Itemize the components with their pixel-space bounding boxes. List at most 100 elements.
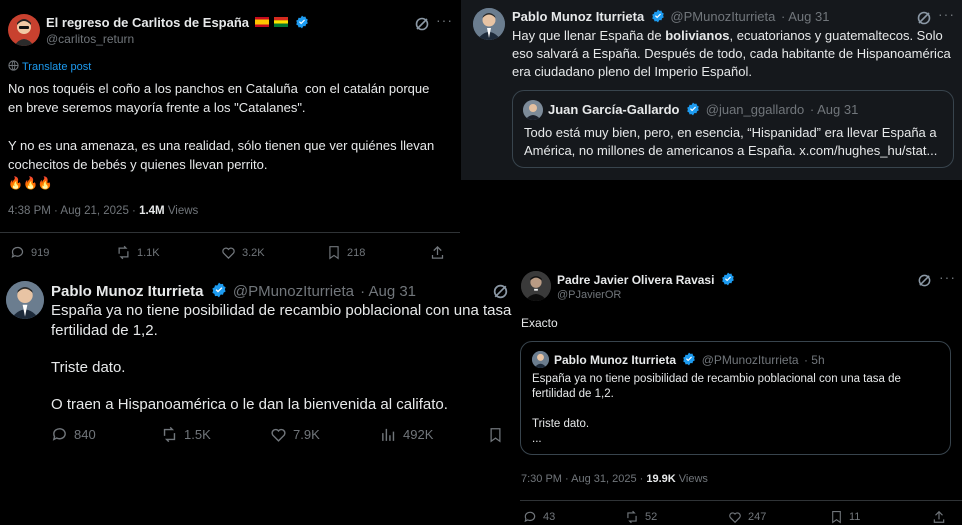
verified-badge-icon [652,9,664,23]
timestamp-line: 4:38 PM · Aug 21, 2025 · 1.4M Views [8,205,199,217]
bookmark-button[interactable]: 218 [327,245,365,260]
author-name[interactable]: Pablo Munoz Iturrieta @PMunozIturrieta ·… [51,282,416,300]
author-handle[interactable]: @carlitos_return [46,32,134,46]
tweet-line: fertilidad de 1,2. [51,322,158,339]
repost-button[interactable]: 52 [625,510,657,524]
avatar[interactable] [473,8,505,40]
bookmark-button[interactable]: 11 [830,510,860,524]
tweet-padre-javier: Padre Javier Olivera Ravasi @PJavierOR ·… [515,262,962,525]
tweet-line: España ya no tiene posibilidad de recamb… [51,302,515,319]
verified-badge-icon [722,272,734,286]
tweet-line: era ciudadano pleno del Imperio Español. [512,64,752,79]
bookmark-icon [832,511,841,524]
avatar[interactable] [6,281,44,319]
quoted-author-handle: @PMunozIturrieta [701,353,799,367]
share-icon[interactable] [932,510,946,524]
reply-icon [52,428,66,441]
grok-icon[interactable] [414,16,430,32]
tweet-line [51,341,515,358]
author-name[interactable]: El regreso de Carlitos de España [46,15,309,30]
heart-icon [271,428,286,442]
tweet-line: Hay que llenar España de bolivianos, ecu… [512,28,943,43]
quoted-author-name: Juan García-Gallardo @juan_ggallardo · A… [548,102,859,117]
tweet-line: en breve seremos mayoría frente a los "C… [8,100,306,115]
quoted-author-handle: @juan_ggallardo [705,102,805,117]
post-date[interactable]: · Aug 31 [360,283,416,300]
timestamp-line: 7:30 PM · Aug 31, 2025 · 19.9K Views [521,473,708,485]
divider [520,500,962,501]
author-name[interactable]: Pablo Munoz Iturrieta @PMunozIturrieta ·… [512,9,829,24]
quoted-line: ... [532,433,542,445]
tweet-line: Y no es una amenaza, es una realidad, só… [8,138,435,153]
divider [0,232,460,233]
grok-icon[interactable] [492,283,509,300]
tweet-text: España ya no tiene posibilidad de recamb… [51,301,515,415]
repost-icon [163,426,176,443]
tweet-line: Triste dato. [51,359,126,376]
fire-emoji: 🔥🔥🔥 [8,176,53,190]
tweet-carlitos: El regreso de Carlitos de España @carlit… [0,0,460,268]
reply-button[interactable]: 919 [10,245,49,260]
verified-badge-icon [212,282,226,298]
bolivia-flag-icon [274,17,289,27]
quoted-line: Todo está muy bien, pero, en esencia, “H… [524,125,937,140]
tweet-text: No nos toquéis el coño a los panchos en … [8,79,434,193]
avatar[interactable] [8,14,40,46]
avatar [523,100,543,120]
tweet-pablo-fertilidad: Pablo Munoz Iturrieta @PMunozIturrieta ·… [0,268,515,525]
quoted-post-date: · Aug 31 [809,102,859,117]
post-date[interactable]: · Aug 31 [781,9,829,24]
avatar[interactable] [521,271,551,301]
repost-icon [118,245,129,260]
verified-badge-icon [683,352,696,366]
author-handle[interactable]: @PMunozIturrieta [233,283,354,300]
like-button[interactable]: 3.2K [221,245,265,260]
quoted-tweet[interactable]: Pablo Munoz Iturrieta @PMunozIturrieta ·… [520,341,951,455]
like-button[interactable]: 247 [728,510,766,524]
quoted-line [532,402,901,417]
verified-badge-icon [687,102,699,116]
tweet-pablo-bolivianos: Pablo Munoz Iturrieta @PMunozIturrieta ·… [461,0,962,180]
tweet-line: eso salvará a España. Después de todo, c… [512,46,951,61]
author-handle[interactable]: @PJavierOR [557,289,621,301]
translate-icon [8,60,19,71]
tweet-line: cochecitos de bebés y quienes llevan per… [8,157,268,172]
reply-button[interactable]: 840 [51,426,96,443]
like-button[interactable]: 7.9K [270,426,320,443]
reply-button[interactable]: 43 [523,510,555,524]
author-name[interactable]: Padre Javier Olivera Ravasi [557,272,735,287]
verified-badge-icon [296,15,308,29]
quoted-line: fertilidad de 1,2. [532,388,614,400]
tweet-line [8,117,434,136]
views-button[interactable]: 492K [380,426,433,443]
bookmark-icon [329,246,339,260]
repost-button[interactable]: 1.1K [116,245,160,260]
grok-icon[interactable] [917,273,932,288]
more-options-icon[interactable]: ··· [939,269,956,285]
bookmark-icon[interactable] [488,427,503,443]
spain-flag-icon [254,17,269,27]
reply-icon [11,246,24,259]
tweet-line: O traen a Hispanoamérica o le dan la bie… [51,396,448,413]
tweet-line: No nos toquéis el coño a los panchos en … [8,81,430,96]
more-options-icon[interactable]: ··· [436,12,453,28]
share-icon[interactable] [430,245,445,260]
repost-button[interactable]: 1.5K [161,426,211,443]
reply-icon [524,511,536,523]
grok-icon[interactable] [916,10,932,26]
quoted-text: España ya no tiene posibilidad de recamb… [532,372,901,447]
quoted-post-date: · 5h [803,353,825,367]
avatar [532,351,549,368]
author-handle[interactable]: @PMunozIturrieta [670,9,775,24]
views-chart-icon [382,428,395,441]
repost-icon [627,510,637,524]
quoted-line: España ya no tiene posibilidad de recamb… [532,373,901,385]
more-options-icon[interactable]: ··· [938,6,955,22]
quoted-text: Todo está muy bien, pero, en esencia, “H… [524,124,937,160]
quoted-author-name: Pablo Munoz Iturrieta @PMunozIturrieta ·… [554,352,825,367]
tweet-text: Hay que llenar España de bolivianos, ecu… [512,27,951,81]
tweet-line [51,378,515,395]
quoted-line: Triste dato. [532,418,590,430]
quoted-tweet[interactable]: Juan García-Gallardo @juan_ggallardo · A… [512,90,954,168]
translate-link[interactable]: Translate post [8,60,91,73]
